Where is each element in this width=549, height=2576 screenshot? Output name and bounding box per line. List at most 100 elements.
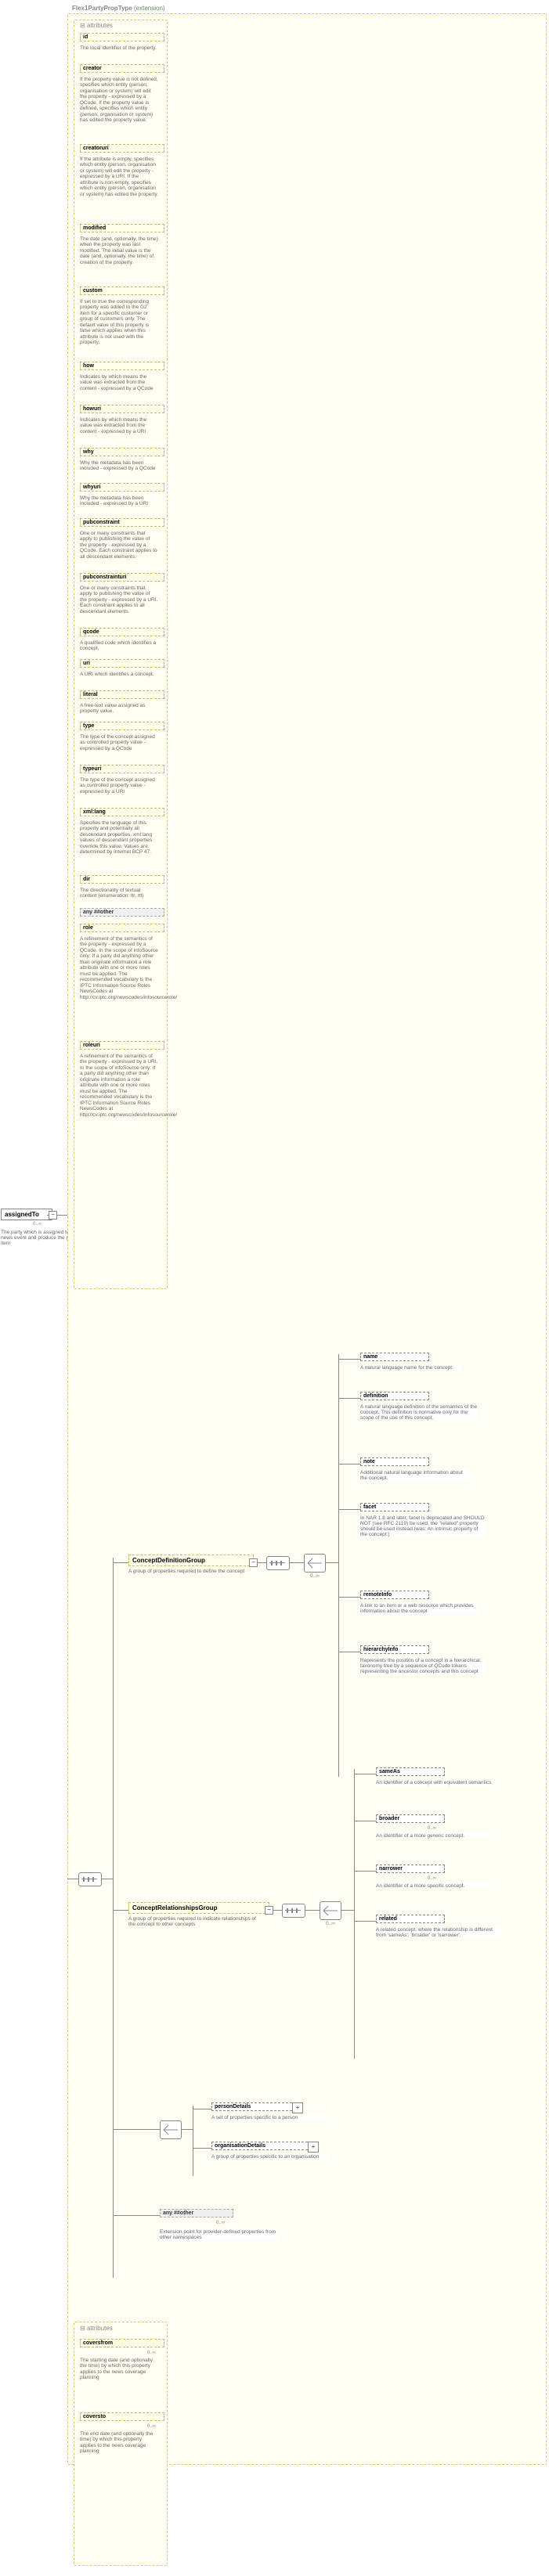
- attr-coversto[interactable]: coversto: [80, 2412, 164, 2421]
- attr-name: role: [83, 925, 161, 931]
- leaf-desc: An identifier of a concept with equivale…: [376, 1780, 493, 1785]
- root-element[interactable]: assignedTo: [1, 1209, 52, 1220]
- card: 0..∞: [310, 1573, 320, 1579]
- connector: [113, 1562, 128, 1563]
- attr-name: dir: [83, 877, 161, 882]
- leaf-desc: In NAR 1.8 and later, facet is deprecate…: [360, 1515, 486, 1538]
- attr-name: modified: [83, 225, 161, 231]
- attr-desc: The date (and, optionally, the time) whe…: [80, 236, 158, 265]
- type-header: Flex1PartyPropType (extension): [72, 5, 165, 12]
- leaf-narrower[interactable]: narrower: [376, 1864, 445, 1873]
- card: 0..∞: [428, 1876, 436, 1881]
- leaf-broader[interactable]: broader: [376, 1814, 445, 1823]
- attr-name: coversfrom: [83, 2340, 161, 2346]
- leaf-hierarchyinfo[interactable]: hierarchyInfo: [360, 1645, 429, 1654]
- leaf-remoteinfo[interactable]: remoteInfo: [360, 1591, 429, 1599]
- attr-howuri[interactable]: howuri: [80, 405, 164, 413]
- leaf-desc: Represents the position of a concept in …: [360, 1658, 486, 1674]
- attr-desc: A refinement of the semantics of the pro…: [80, 1054, 158, 1118]
- attr-dir[interactable]: dir: [80, 875, 164, 884]
- attr-name: pubconstraint: [83, 520, 161, 525]
- attr-how[interactable]: how: [80, 362, 164, 370]
- attr-any-other[interactable]: any ##other: [80, 908, 164, 917]
- leaf-note[interactable]: note: [360, 1457, 429, 1466]
- leaf-name[interactable]: name: [360, 1353, 429, 1361]
- leaf-title: organisationDetails: [215, 2143, 309, 2149]
- attr-roleuri[interactable]: roleuri: [80, 1041, 164, 1050]
- group-desc: A group of properties required to define…: [128, 1569, 246, 1574]
- expand-toggle[interactable]: −: [265, 1906, 273, 1915]
- choice-compositor[interactable]: [304, 1554, 326, 1573]
- attr-name: type: [83, 723, 161, 729]
- attr-name: id: [83, 34, 161, 40]
- leaf-related[interactable]: related: [376, 1915, 445, 1923]
- attr-creatoruri[interactable]: creatoruri: [80, 144, 164, 153]
- attr-why[interactable]: why: [80, 448, 164, 456]
- attr-xml-lang[interactable]: xml:lang: [80, 808, 164, 816]
- sequence-compositor[interactable]: [78, 1872, 102, 1886]
- attr-desc: If set to true the corresponding propert…: [80, 299, 158, 346]
- attr-id[interactable]: id: [80, 33, 164, 41]
- connector: [113, 2215, 160, 2216]
- attr-name: pubconstrainturi: [83, 575, 161, 580]
- type-name: Flex1PartyPropType: [72, 5, 132, 12]
- connector: [338, 1464, 360, 1465]
- group-title: ConceptDefinitionGroup: [132, 1557, 250, 1564]
- plus-icon[interactable]: +: [308, 2142, 319, 2153]
- root-element-name: assignedTo: [5, 1211, 49, 1218]
- attr-whyuri[interactable]: whyuri: [80, 483, 164, 492]
- group-cdg[interactable]: ConceptDefinitionGroup: [128, 1555, 254, 1566]
- attr-desc: Why the metadata has been included - exp…: [80, 495, 158, 507]
- leaf-desc: A link to an item or a web resource whic…: [360, 1603, 478, 1614]
- attr-name: custom: [83, 288, 161, 294]
- group-crg[interactable]: ConceptRelationshipsGroup: [128, 1902, 269, 1914]
- attr-desc: If the attribute is empty, specifies whi…: [80, 157, 158, 197]
- card: 0..∞: [428, 1826, 436, 1831]
- leaf-title: facet: [363, 1504, 426, 1510]
- connector: [326, 1562, 338, 1563]
- leaf-desc: A related concept, where the relationshi…: [376, 1927, 501, 1938]
- leaf-title: remoteInfo: [363, 1592, 426, 1598]
- attr-coversfrom[interactable]: coversfrom: [80, 2339, 164, 2347]
- attr-name: any ##other: [83, 910, 114, 915]
- attr-creator[interactable]: creator: [80, 64, 164, 73]
- attr-desc: One or many constraints that apply to pu…: [80, 531, 158, 560]
- leaf-title: sameAs: [379, 1769, 442, 1774]
- leaf-sameas[interactable]: sameAs: [376, 1767, 445, 1776]
- attr-custom[interactable]: custom: [80, 286, 164, 295]
- leaf-facet[interactable]: facet: [360, 1503, 429, 1511]
- group-desc: A group of properties required to indica…: [128, 1916, 262, 1928]
- attr-desc: The type of the concept assigned as cont…: [80, 777, 158, 794]
- attributes-panel-title: ⊟ attributes: [80, 22, 113, 29]
- leaf-title: definition: [363, 1393, 426, 1399]
- leaf-title: note: [363, 1459, 426, 1465]
- leaf-persondetails[interactable]: personDetails: [211, 2102, 296, 2111]
- attr-pubconstraint[interactable]: pubconstraint: [80, 518, 164, 527]
- sequence-compositor[interactable]: [266, 1556, 290, 1570]
- connector: [193, 2148, 211, 2149]
- attr-literal[interactable]: literal: [80, 690, 164, 699]
- leaf-definition[interactable]: definition: [360, 1392, 429, 1400]
- plus-icon[interactable]: +: [292, 2102, 303, 2113]
- attr-desc: The directionality of textual content (e…: [80, 888, 158, 899]
- choice-compositor[interactable]: [320, 1901, 341, 1920]
- expand-toggle[interactable]: −: [249, 1558, 258, 1567]
- any-other-element[interactable]: any ##other: [160, 2209, 233, 2218]
- attr-desc: A URI which identifies a concept.: [80, 672, 158, 677]
- attr-typeuri[interactable]: typeuri: [80, 765, 164, 773]
- leaf-organisationdetails[interactable]: organisationDetails: [211, 2142, 312, 2150]
- attr-name: how: [83, 363, 161, 369]
- card: 0..∞: [147, 2424, 156, 2429]
- attr-type[interactable]: type: [80, 722, 164, 730]
- attr-modified[interactable]: modified: [80, 224, 164, 232]
- expand-toggle[interactable]: −: [49, 1211, 57, 1220]
- attr-uri[interactable]: uri: [80, 659, 164, 668]
- attr-role[interactable]: role: [80, 924, 164, 932]
- sequence-compositor[interactable]: [282, 1904, 305, 1918]
- leaf-title: hierarchyInfo: [363, 1647, 426, 1652]
- attr-desc: The end date (and optionally the time) b…: [80, 2431, 158, 2455]
- connector: [113, 1558, 114, 2278]
- attr-pubconstrainturi[interactable]: pubconstrainturi: [80, 573, 164, 582]
- attr-qcode[interactable]: qcode: [80, 628, 164, 636]
- choice-compositor[interactable]: [160, 2120, 182, 2139]
